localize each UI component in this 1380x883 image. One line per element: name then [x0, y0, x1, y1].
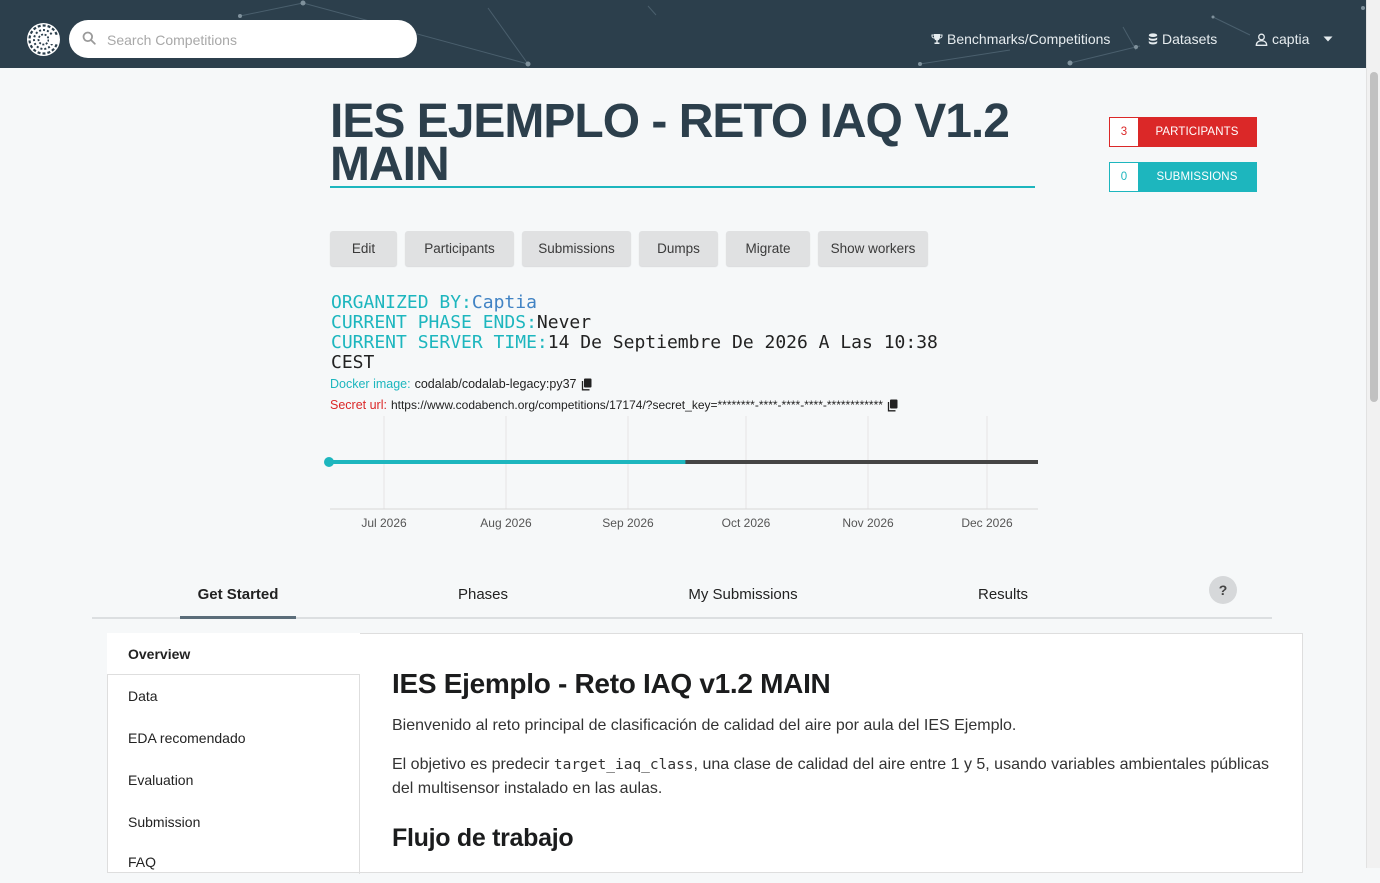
title-underline: [330, 186, 1035, 188]
overview-content: IES Ejemplo - Reto IAQ v1.2 MAIN Bienven…: [392, 664, 1272, 853]
phase-ends-value: Never: [536, 312, 592, 333]
sidebar-item-evaluation[interactable]: Evaluation: [107, 759, 360, 801]
workflow-heading: Flujo de trabajo: [392, 824, 574, 852]
search-input[interactable]: [105, 20, 409, 60]
timeline-month-label: Nov 2026: [842, 516, 894, 530]
help-button[interactable]: ?: [1209, 576, 1237, 604]
timeline-month-label: Jul 2026: [361, 516, 407, 530]
active-tab-indicator: [180, 616, 296, 619]
codabench-logo[interactable]: [27, 23, 60, 56]
participants-button[interactable]: Participants: [405, 231, 514, 266]
timeline-start-dot: [324, 457, 334, 467]
trophy-icon: [931, 34, 943, 44]
secret-url-label: Secret url:: [330, 398, 387, 412]
docker-image-label: Docker image:: [330, 377, 411, 391]
migrate-button[interactable]: Migrate: [726, 231, 810, 266]
tab-my-submissions[interactable]: My Submissions: [676, 586, 810, 603]
overview-heading: IES Ejemplo - Reto IAQ v1.2 MAIN: [392, 668, 831, 699]
organizer-link[interactable]: Captia: [472, 292, 537, 313]
server-time-row: CURRENT SERVER TIME:14 De Septiembre De …: [331, 333, 938, 353]
objective-text-start: El objetivo es predecir: [392, 756, 554, 773]
tab-results[interactable]: Results: [960, 586, 1046, 603]
copy-icon[interactable]: [581, 378, 592, 391]
copy-icon[interactable]: [887, 399, 898, 412]
secret-url-row: Secret url: https://www.codabench.org/co…: [330, 398, 898, 412]
benchmarks-nav-link[interactable]: Benchmarks/Competitions: [931, 31, 1110, 47]
timeline-month-label: Aug 2026: [480, 516, 532, 530]
docker-image-value: codalab/codalab-legacy:py37: [414, 377, 577, 391]
server-time-timezone: CEST: [331, 352, 375, 373]
sidebar-divider: [359, 674, 360, 874]
dumps-button[interactable]: Dumps: [639, 231, 718, 266]
tab-get-started[interactable]: Get Started: [180, 586, 296, 603]
show-workers-button[interactable]: Show workers: [818, 231, 928, 266]
docker-image-row: Docker image: codalab/codalab-legacy:py3…: [330, 377, 592, 391]
username-label: captia: [1272, 31, 1310, 47]
search-icon: [82, 31, 96, 45]
phase-ends-label: CURRENT PHASE ENDS:: [331, 312, 537, 333]
objective-paragraph: El objetivo es predecir target_iaq_class…: [392, 753, 1272, 800]
participants-count: 3: [1110, 118, 1138, 146]
tab-phases[interactable]: Phases: [440, 586, 526, 603]
top-navbar: Benchmarks/Competitions Datasets captia: [0, 0, 1366, 68]
user-icon: [1255, 33, 1268, 46]
search-box[interactable]: [69, 20, 417, 60]
server-time-value: 14 De Septiembre De 2026 A Las 10:38: [547, 332, 938, 353]
organized-by-label: ORGANIZED BY:: [331, 292, 472, 313]
organized-by-row: ORGANIZED BY:Captia: [331, 293, 537, 313]
intro-paragraph: Bienvenido al reto principal de clasific…: [392, 717, 1017, 734]
datasets-label: Datasets: [1162, 31, 1218, 47]
secret-url-value: https://www.codabench.org/competitions/1…: [390, 398, 883, 412]
sidebar-item-data[interactable]: Data: [107, 675, 360, 717]
user-menu[interactable]: captia: [1255, 31, 1333, 47]
page-scrollbar[interactable]: [1366, 0, 1380, 868]
participants-count-badge[interactable]: 3 PARTICIPANTS: [1109, 117, 1257, 147]
sidebar-item-eda[interactable]: EDA recomendado: [107, 717, 360, 759]
participants-count-label: PARTICIPANTS: [1138, 118, 1256, 146]
datasets-nav-link[interactable]: Datasets: [1148, 31, 1217, 47]
competition-title: IES EJEMPLO - RETO IAQ V1.2 MAIN: [330, 95, 1010, 191]
phase-ends-row: CURRENT PHASE ENDS:Never: [331, 313, 591, 333]
submissions-count: 0: [1110, 163, 1138, 191]
sidebar-item-faq[interactable]: FAQ: [107, 841, 360, 883]
timeline-month-label: Dec 2026: [961, 516, 1013, 530]
server-time-row-continued: CEST: [331, 353, 374, 373]
caret-down-icon: [1323, 36, 1333, 42]
submissions-count-label: SUBMISSIONS: [1138, 163, 1256, 191]
timeline-month-label: Sep 2026: [602, 516, 654, 530]
phase-timeline: Jul 2026 Aug 2026 Sep 2026 Oct 2026 Nov …: [324, 416, 1038, 530]
benchmarks-label: Benchmarks/Competitions: [947, 31, 1111, 47]
timeline-month-label: Oct 2026: [722, 516, 771, 530]
database-icon: [1148, 33, 1158, 45]
scrollbar-thumb[interactable]: [1370, 72, 1378, 402]
submissions-count-badge[interactable]: 0 SUBMISSIONS: [1109, 162, 1257, 192]
logo-mark-icon: [28, 24, 59, 55]
sidebar-menu: Overview Data EDA recomendado Evaluation…: [107, 633, 360, 873]
edit-button[interactable]: Edit: [330, 231, 397, 266]
sidebar-item-submission[interactable]: Submission: [107, 801, 360, 843]
sidebar-item-overview[interactable]: Overview: [107, 633, 360, 675]
server-time-label: CURRENT SERVER TIME:: [331, 332, 548, 353]
target-variable-code: target_iaq_class: [553, 757, 694, 773]
submissions-button[interactable]: Submissions: [522, 231, 631, 266]
